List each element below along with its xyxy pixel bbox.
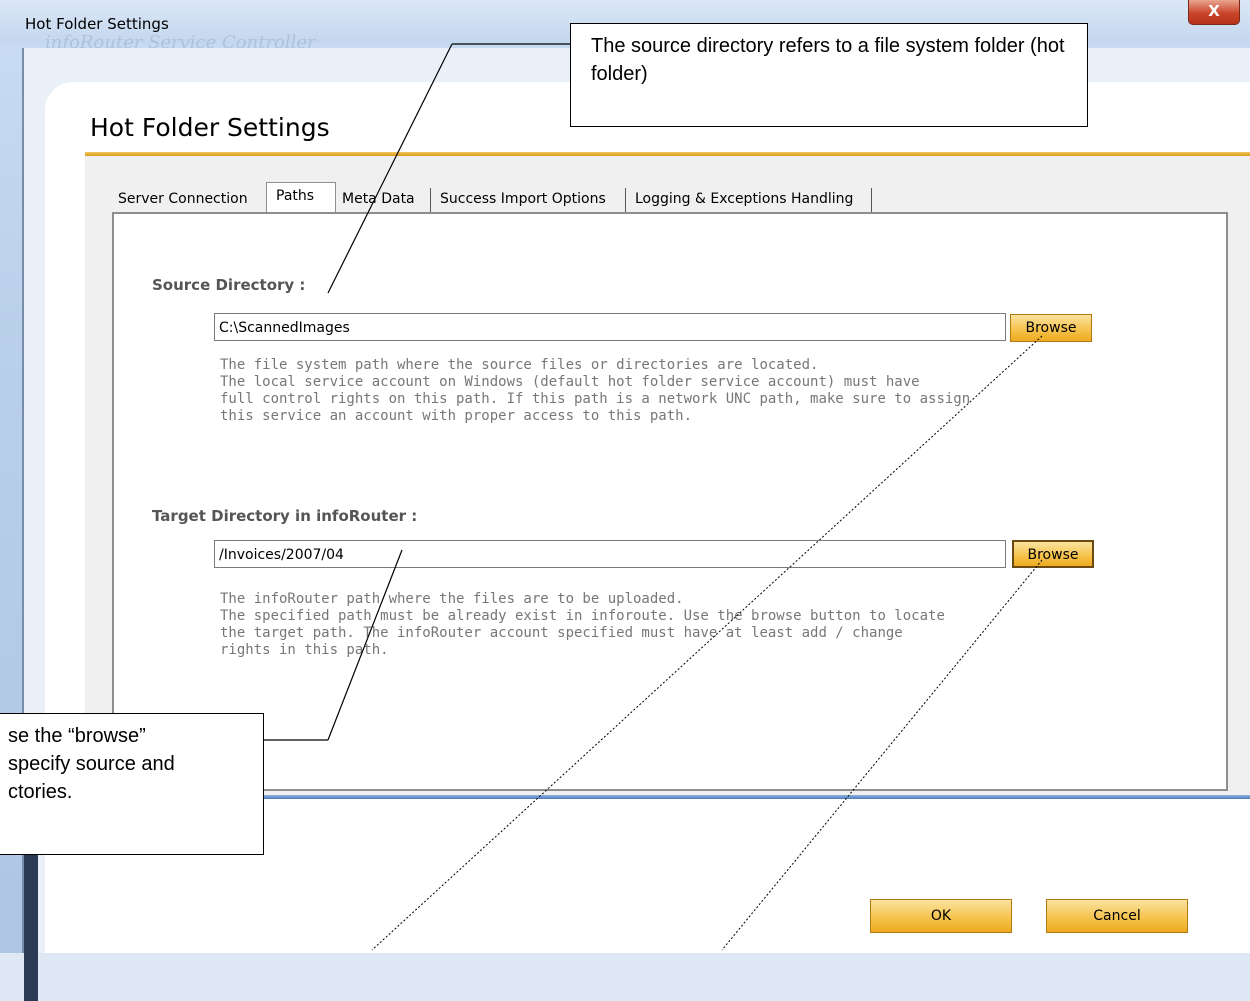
callout-source-directory: The source directory refers to a file sy… — [570, 23, 1088, 127]
source-browse-button[interactable]: Browse — [1010, 314, 1092, 342]
tab-meta-data[interactable]: Meta Data — [342, 186, 415, 212]
source-help-text: The file system path where the source fi… — [220, 357, 971, 424]
tab-separator — [625, 188, 626, 212]
paths-tab-page — [112, 212, 1228, 791]
cancel-button[interactable]: Cancel — [1046, 899, 1188, 933]
tab-paths[interactable]: Paths — [276, 183, 314, 209]
ok-button[interactable]: OK — [870, 899, 1012, 933]
source-directory-input[interactable]: C:\ScannedImages — [214, 313, 1006, 341]
target-browse-button[interactable]: Browse — [1012, 540, 1094, 568]
tab-server-connection[interactable]: Server Connection — [118, 186, 248, 212]
target-help-text: The infoRouter path where the files are … — [220, 591, 945, 658]
tab-separator — [430, 188, 431, 212]
window-title: Hot Folder Settings — [25, 15, 169, 33]
target-directory-label: Target Directory in infoRouter : — [152, 507, 418, 525]
tab-success-import-options[interactable]: Success Import Options — [440, 186, 606, 212]
target-directory-input[interactable]: /Invoices/2007/04 — [214, 540, 1006, 568]
tab-separator — [871, 188, 872, 212]
source-directory-label: Source Directory : — [152, 276, 306, 294]
close-button[interactable]: X — [1188, 0, 1240, 25]
callout-browse: se the “browse” specify source and ctori… — [0, 713, 264, 855]
tab-logging-exceptions[interactable]: Logging & Exceptions Handling — [635, 186, 853, 212]
page-title: Hot Folder Settings — [90, 113, 330, 142]
